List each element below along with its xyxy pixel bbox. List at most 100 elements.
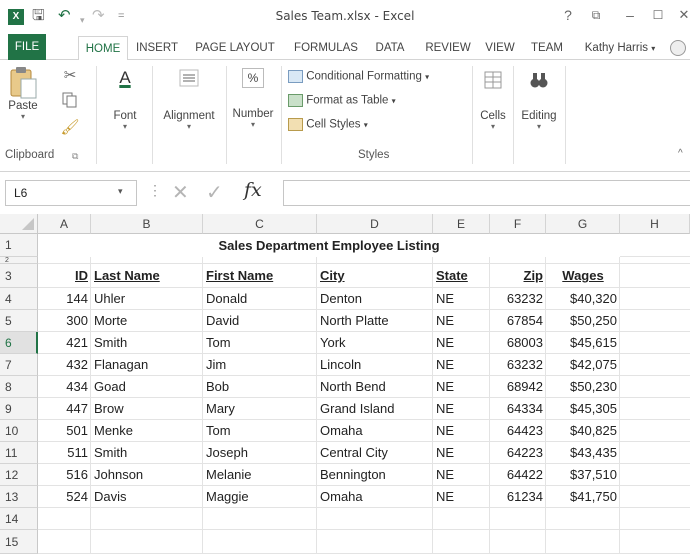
cell-wages[interactable]: $45,615 <box>546 332 620 354</box>
formula-bar-handle-icon[interactable]: ⋮ <box>148 182 162 199</box>
format-painter-icon[interactable]: 🖌 <box>55 118 85 136</box>
clipboard-launcher-icon[interactable]: ⧉ <box>72 151 78 162</box>
cell-styles-button[interactable]: Cell Styles ▾ <box>288 118 368 131</box>
cell-last[interactable]: Menke <box>91 420 203 442</box>
cell-city[interactable]: Denton <box>317 288 433 310</box>
worksheet-grid[interactable]: ABCDEFGH 1 2 3 4 5 6 7 8 9 10 11 12 13 14 15 Sales Dep… <box>0 214 690 557</box>
cell-city[interactable]: North Platte <box>317 310 433 332</box>
cell-zip[interactable]: 63232 <box>490 354 546 376</box>
column-header-g[interactable]: G <box>546 214 620 234</box>
cell-state[interactable]: NE <box>433 354 490 376</box>
cell-first[interactable]: Jim <box>203 354 317 376</box>
avatar[interactable] <box>670 40 686 56</box>
column-header-h[interactable]: H <box>620 214 690 234</box>
tab-insert[interactable]: INSERT <box>132 36 182 60</box>
collapse-ribbon-icon[interactable]: ^ <box>678 148 683 159</box>
enter-icon[interactable]: ✓ <box>206 180 223 205</box>
cell-wages[interactable]: $40,320 <box>546 288 620 310</box>
sheet-title-cell[interactable]: Sales Department Employee Listing <box>38 234 620 257</box>
row-header-13[interactable]: 13 <box>0 486 38 508</box>
cell-state[interactable]: NE <box>433 464 490 486</box>
cell-last[interactable]: Uhler <box>91 288 203 310</box>
ribbon-display-options-icon[interactable]: ⧉ <box>586 5 606 25</box>
column-label-id[interactable]: ID <box>38 264 91 288</box>
column-label-zip[interactable]: Zip <box>490 264 546 288</box>
row-header-6[interactable]: 6 <box>0 332 38 354</box>
cell-id[interactable]: 447 <box>38 398 91 420</box>
column-label-wages[interactable]: Wages <box>546 264 620 288</box>
cell-id[interactable]: 501 <box>38 420 91 442</box>
tab-data[interactable]: DATA <box>366 36 414 60</box>
cell-id[interactable]: 432 <box>38 354 91 376</box>
cell-id[interactable]: 434 <box>38 376 91 398</box>
cell-city[interactable]: Bennington <box>317 464 433 486</box>
cell-city[interactable]: Central City <box>317 442 433 464</box>
paste-button[interactable]: Paste ▾ <box>4 66 42 122</box>
cell-wages[interactable]: $45,305 <box>546 398 620 420</box>
cell-city[interactable]: North Bend <box>317 376 433 398</box>
tab-home[interactable]: HOME <box>78 36 128 61</box>
column-header-a[interactable]: A <box>38 214 91 234</box>
insert-function-icon[interactable]: fx <box>244 179 262 201</box>
tab-page-layout[interactable]: PAGE LAYOUT <box>188 36 282 60</box>
cell-last[interactable]: Brow <box>91 398 203 420</box>
cell-last[interactable]: Goad <box>91 376 203 398</box>
cell-state[interactable]: NE <box>433 442 490 464</box>
help-button[interactable]: ? <box>558 5 578 25</box>
column-label-first[interactable]: First Name <box>203 264 317 288</box>
cell-id[interactable]: 516 <box>38 464 91 486</box>
column-header-d[interactable]: D <box>317 214 433 234</box>
cell-first[interactable]: Mary <box>203 398 317 420</box>
number-button[interactable]: % Number ▾ <box>228 68 278 130</box>
tab-formulas[interactable]: FORMULAS <box>288 36 364 60</box>
cell-last[interactable]: Johnson <box>91 464 203 486</box>
cell-last[interactable]: Smith <box>91 332 203 354</box>
cut-icon[interactable]: ✂ <box>55 66 85 84</box>
row-header-12[interactable]: 12 <box>0 464 38 486</box>
cell-state[interactable]: NE <box>433 288 490 310</box>
row-header-7[interactable]: 7 <box>0 354 38 376</box>
cell-state[interactable]: NE <box>433 310 490 332</box>
cell-zip[interactable]: 63232 <box>490 288 546 310</box>
row-header-3[interactable]: 3 <box>0 264 38 288</box>
cell-first[interactable]: Melanie <box>203 464 317 486</box>
cell-city[interactable]: York <box>317 332 433 354</box>
cell-city[interactable]: Lincoln <box>317 354 433 376</box>
cell-id[interactable]: 421 <box>38 332 91 354</box>
cell-last[interactable]: Smith <box>91 442 203 464</box>
cell-state[interactable]: NE <box>433 376 490 398</box>
row-header-11[interactable]: 11 <box>0 442 38 464</box>
cell-id[interactable]: 144 <box>38 288 91 310</box>
tab-file[interactable]: FILE <box>8 34 46 60</box>
cell-wages[interactable]: $43,435 <box>546 442 620 464</box>
cell-wages[interactable]: $50,230 <box>546 376 620 398</box>
cell-zip[interactable]: 68003 <box>490 332 546 354</box>
cell-wages[interactable]: $42,075 <box>546 354 620 376</box>
cell-wages[interactable]: $41,750 <box>546 486 620 508</box>
cell-state[interactable]: NE <box>433 486 490 508</box>
select-all-corner[interactable] <box>0 214 38 234</box>
cell-zip[interactable]: 61234 <box>490 486 546 508</box>
cell-first[interactable]: David <box>203 310 317 332</box>
cancel-icon[interactable]: ✕ <box>172 180 189 205</box>
tab-team[interactable]: TEAM <box>524 36 570 60</box>
minimize-button[interactable]: – <box>620 5 640 25</box>
user-account[interactable]: Kathy Harris ▾ <box>573 36 667 60</box>
row-header-5[interactable]: 5 <box>0 310 38 332</box>
row-header-2[interactable]: 2 <box>0 257 38 264</box>
cell-wages[interactable]: $40,825 <box>546 420 620 442</box>
column-label-city[interactable]: City <box>317 264 433 288</box>
maximize-button[interactable]: ☐ <box>648 5 668 25</box>
row-header-14[interactable]: 14 <box>0 508 38 530</box>
cell-city[interactable]: Grand Island <box>317 398 433 420</box>
formula-input[interactable] <box>283 180 690 206</box>
editing-button[interactable]: Editing ▾ <box>516 70 562 132</box>
cell-city[interactable]: Omaha <box>317 486 433 508</box>
cell-state[interactable]: NE <box>433 398 490 420</box>
column-label-last[interactable]: Last Name <box>91 264 203 288</box>
format-as-table-button[interactable]: Format as Table ▾ <box>288 94 396 107</box>
cell-id[interactable]: 300 <box>38 310 91 332</box>
cell-zip[interactable]: 64223 <box>490 442 546 464</box>
cell-zip[interactable]: 67854 <box>490 310 546 332</box>
cell-first[interactable]: Maggie <box>203 486 317 508</box>
